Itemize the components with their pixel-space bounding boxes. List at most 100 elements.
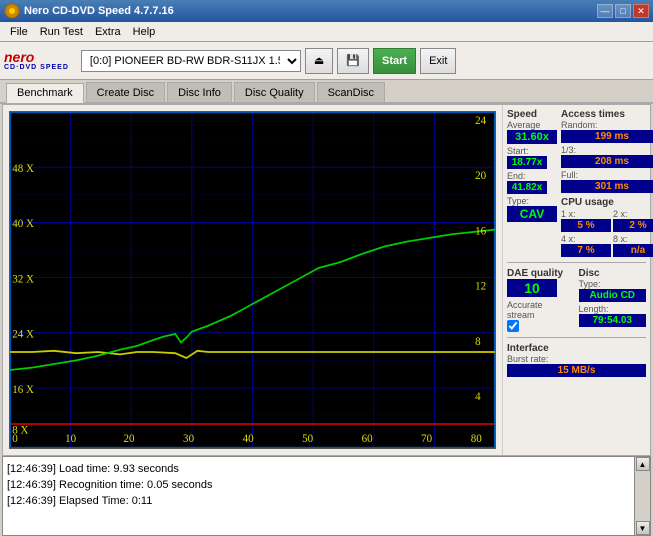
log-time-3: [12:46:39]	[7, 495, 56, 507]
svg-text:48 X: 48 X	[12, 163, 34, 175]
svg-text:20: 20	[475, 170, 486, 182]
eject-button[interactable]: ⏏	[305, 48, 333, 74]
average-label: Average	[507, 120, 557, 130]
accurate-stream-check	[507, 320, 575, 332]
log-line-2: [12:46:39] Recognition time: 0.05 second…	[7, 477, 630, 493]
stats-panel: Speed Average 31.60x Start: 18.77x End: …	[502, 105, 650, 455]
chart-svg: 48 X 40 X 32 X 24 X 16 X 8 X 24 20 16 12…	[10, 112, 495, 448]
log-line-1: [12:46:39] Load time: 9.93 seconds	[7, 461, 630, 477]
svg-text:0: 0	[12, 433, 18, 445]
minimize-button[interactable]: —	[597, 4, 613, 18]
main-content: 48 X 40 X 32 X 24 X 16 X 8 X 24 20 16 12…	[2, 104, 651, 456]
cpu-4x-label: 4 x:	[561, 234, 611, 244]
cpu-label: CPU usage	[561, 197, 653, 208]
toolbar: nero CD·DVD SPEED [0:0] PIONEER BD-RW BD…	[0, 42, 653, 80]
log-scrollbar: ▲ ▼	[634, 457, 650, 535]
start-button[interactable]: Start	[373, 48, 416, 74]
svg-text:24 X: 24 X	[12, 328, 34, 340]
one-third-label: 1/3:	[561, 145, 653, 155]
random-value: 199 ms	[561, 130, 653, 143]
end-value: 41.82x	[507, 181, 547, 194]
app-icon	[4, 3, 20, 19]
one-third-value: 208 ms	[561, 155, 653, 168]
chart-area: 48 X 40 X 32 X 24 X 16 X 8 X 24 20 16 12…	[9, 111, 496, 449]
interface-label: Interface	[507, 343, 646, 354]
drive-select[interactable]: [0:0] PIONEER BD-RW BDR-S11JX 1.50	[81, 50, 301, 72]
scroll-track[interactable]	[636, 471, 650, 521]
save-icon: 💾	[346, 54, 360, 67]
average-value: 31.60x	[507, 130, 557, 144]
log-msg-3: Elapsed Time: 0:11	[59, 495, 152, 507]
start-value: 18.77x	[507, 156, 547, 169]
cpu-1x-value: 5 %	[561, 219, 611, 232]
save-button[interactable]: 💾	[337, 48, 369, 74]
app-title: Nero CD-DVD Speed 4.7.7.16	[24, 5, 174, 17]
svg-text:80: 80	[471, 433, 482, 445]
tab-bar: Benchmark Create Disc Disc Info Disc Qua…	[0, 80, 653, 104]
accurate-label: Accurate	[507, 300, 575, 310]
svg-text:24: 24	[475, 115, 486, 127]
log-msg-2: Recognition time: 0.05 seconds	[59, 479, 212, 491]
disc-length-value: 79:54.03	[579, 314, 647, 327]
disc-label: Disc	[579, 268, 647, 279]
eject-icon: ⏏	[314, 54, 324, 67]
menu-bar: File Run Test Extra Help	[0, 22, 653, 42]
cpu-2x-label: 2 x:	[613, 209, 653, 219]
scroll-up-button[interactable]: ▲	[636, 457, 650, 471]
menu-run-test[interactable]: Run Test	[34, 24, 89, 40]
speed-label: Speed	[507, 109, 557, 120]
cpu-2x-value: 2 %	[613, 219, 653, 232]
start-label: Start:	[507, 146, 547, 156]
tab-scan-disc[interactable]: ScanDisc	[317, 82, 385, 102]
svg-text:70: 70	[421, 433, 432, 445]
cpu-8x-value: n/a	[613, 244, 653, 257]
log-text: [12:46:39] Load time: 9.93 seconds [12:4…	[3, 457, 634, 535]
access-times-label: Access times	[561, 109, 653, 120]
dae-value: 10	[507, 279, 557, 297]
type-value: CAV	[507, 206, 557, 222]
type-label: Type:	[507, 196, 557, 206]
log-line-3: [12:46:39] Elapsed Time: 0:11	[7, 493, 630, 509]
svg-text:8: 8	[475, 335, 481, 347]
disc-type-label: Type:	[579, 279, 647, 289]
svg-text:60: 60	[362, 433, 373, 445]
nero-logo: nero CD·DVD SPEED	[4, 50, 69, 71]
accurate-stream-checkbox[interactable]	[507, 320, 519, 332]
svg-text:4: 4	[475, 391, 481, 403]
burst-value: 15 MB/s	[507, 364, 646, 377]
tab-disc-quality[interactable]: Disc Quality	[234, 82, 315, 102]
disc-length-label: Length:	[579, 304, 647, 314]
scroll-down-button[interactable]: ▼	[636, 521, 650, 535]
full-label: Full:	[561, 170, 653, 180]
svg-text:40 X: 40 X	[12, 218, 34, 230]
end-label: End:	[507, 171, 547, 181]
log-msg-1: Load time: 9.93 seconds	[59, 463, 179, 475]
exit-button[interactable]: Exit	[420, 48, 456, 74]
tab-create-disc[interactable]: Create Disc	[86, 82, 165, 102]
dae-label: DAE quality	[507, 268, 575, 279]
close-button[interactable]: ✕	[633, 4, 649, 18]
cpu-8x-label: 8 x:	[613, 234, 653, 244]
burst-label: Burst rate:	[507, 354, 646, 364]
full-value: 301 ms	[561, 180, 653, 193]
menu-help[interactable]: Help	[127, 24, 162, 40]
cpu-4x-value: 7 %	[561, 244, 611, 257]
svg-text:40: 40	[243, 433, 254, 445]
log-time-2: [12:46:39]	[7, 479, 56, 491]
cpu-1x-label: 1 x:	[561, 209, 611, 219]
random-label: Random:	[561, 120, 653, 130]
svg-text:16 X: 16 X	[12, 383, 34, 395]
stream-label: stream	[507, 310, 575, 320]
svg-text:16: 16	[475, 225, 486, 237]
nero-product-text: CD·DVD SPEED	[4, 64, 69, 71]
tab-disc-info[interactable]: Disc Info	[167, 82, 232, 102]
title-bar: Nero CD-DVD Speed 4.7.7.16 — □ ✕	[0, 0, 653, 22]
maximize-button[interactable]: □	[615, 4, 631, 18]
svg-text:12: 12	[475, 280, 486, 292]
menu-file[interactable]: File	[4, 24, 34, 40]
tab-benchmark[interactable]: Benchmark	[6, 83, 84, 103]
svg-text:30: 30	[183, 433, 194, 445]
svg-text:20: 20	[124, 433, 135, 445]
nero-brand-text: nero	[4, 50, 69, 64]
menu-extra[interactable]: Extra	[89, 24, 127, 40]
